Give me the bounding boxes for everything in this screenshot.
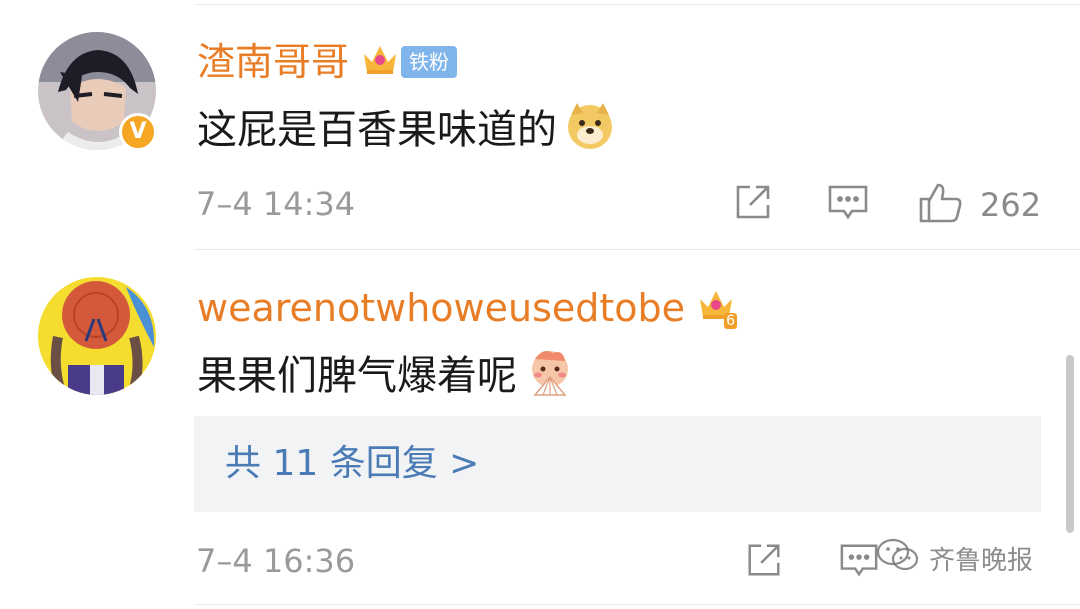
fan-badge-label: 铁粉: [409, 50, 450, 74]
scrollbar[interactable]: [1066, 355, 1074, 533]
share-icon: [744, 540, 784, 584]
crown-level-icon: 6: [697, 287, 738, 329]
bottom-divider: [195, 604, 1080, 605]
crown-level-label: 6: [724, 313, 738, 329]
thumbs-up-icon: [918, 181, 964, 229]
crown-icon: [361, 42, 399, 82]
username-label: wearenotwhoweusedtobe: [197, 286, 686, 330]
verified-badge-label: V: [129, 119, 147, 144]
username[interactable]: wearenotwhoweusedtobe 6: [197, 286, 738, 330]
share-button[interactable]: [744, 540, 784, 584]
comment-icon: [826, 181, 870, 227]
reply-button[interactable]: [838, 540, 880, 584]
watermark: 齐鲁晚报: [875, 537, 1033, 580]
timestamp: 7–4 14:34: [196, 185, 356, 223]
comment-text: 果果们脾气爆着呢: [197, 347, 575, 404]
like-count: 262: [980, 186, 1042, 224]
comment-text-label: 这屁是百香果味道的: [197, 106, 557, 153]
share-button[interactable]: [732, 181, 774, 227]
username[interactable]: 渣南哥哥 铁粉: [197, 40, 458, 84]
reply-button[interactable]: [826, 181, 870, 227]
wechat-icon: [875, 537, 921, 580]
share-icon: [732, 181, 774, 227]
comment-divider: [195, 249, 1080, 250]
view-replies-label: 共 11 条回复 >: [225, 443, 480, 484]
view-replies-button[interactable]: 共 11 条回复 >: [194, 416, 1041, 512]
comment-text-label: 果果们脾气爆着呢: [197, 352, 517, 399]
like-button[interactable]: 262: [918, 181, 1041, 229]
avatar[interactable]: [38, 277, 156, 395]
comment-text: 这屁是百香果味道的: [197, 101, 615, 158]
top-divider: [195, 4, 1080, 5]
doge-emoji-icon: [565, 101, 615, 158]
username-label: 渣南哥哥: [197, 40, 350, 84]
shy-fan-emoji-icon: [525, 347, 575, 404]
watermark-label: 齐鲁晚报: [929, 546, 1034, 576]
timestamp: 7–4 16:36: [196, 542, 356, 580]
fan-badge: 铁粉: [401, 46, 458, 78]
verified-badge-icon: V: [119, 113, 157, 151]
comment-icon: [838, 540, 880, 584]
